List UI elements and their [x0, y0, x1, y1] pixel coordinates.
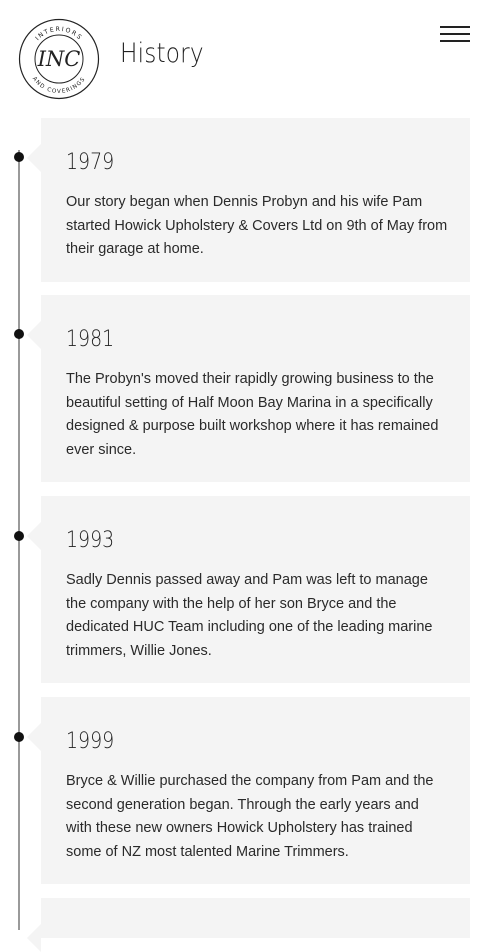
timeline-entry-1999: 1999 Bryce & Willie purchased the compan… [27, 697, 470, 884]
timeline-entry-next [27, 898, 470, 952]
timeline-entry-1979: 1979 Our story began when Dennis Probyn … [27, 118, 470, 282]
entry-text: Bryce & Willie purchased the company fro… [66, 773, 434, 860]
entry-text: Our story began when Dennis Probyn and h… [66, 194, 448, 257]
svg-text:AND COVERINGS: AND COVERINGS [31, 76, 87, 95]
company-logo[interactable]: INTERIORS AND COVERINGS INC [18, 18, 100, 100]
page-title: History [120, 38, 204, 69]
entry-year: 1993 [66, 528, 115, 553]
entry-text: The Probyn's moved their rapidly growing… [66, 371, 439, 458]
menu-bar [440, 26, 470, 28]
timeline-dot [14, 152, 24, 162]
svg-text:INTERIORS: INTERIORS [34, 26, 83, 42]
menu-bar [440, 40, 470, 42]
entry-year: 1999 [66, 729, 115, 754]
timeline-dot [14, 329, 24, 339]
entry-year: 1979 [66, 150, 115, 175]
timeline-dot [14, 732, 24, 742]
entry-text: Sadly Dennis passed away and Pam was lef… [66, 572, 433, 659]
logo-monogram: INC [37, 47, 81, 71]
timeline-entry-1981: 1981 The Probyn's moved their rapidly gr… [27, 295, 470, 482]
hamburger-menu-icon[interactable] [438, 24, 472, 46]
site-header: INTERIORS AND COVERINGS INC History [0, 0, 490, 118]
logo-bottom-text: AND COVERINGS [31, 76, 86, 95]
timeline-entry-1993: 1993 Sadly Dennis passed away and Pam wa… [27, 496, 470, 683]
menu-bar [440, 33, 470, 35]
timeline-dot [14, 531, 24, 541]
entry-year: 1981 [66, 327, 115, 352]
logo-top-text: INTERIORS [34, 26, 82, 42]
